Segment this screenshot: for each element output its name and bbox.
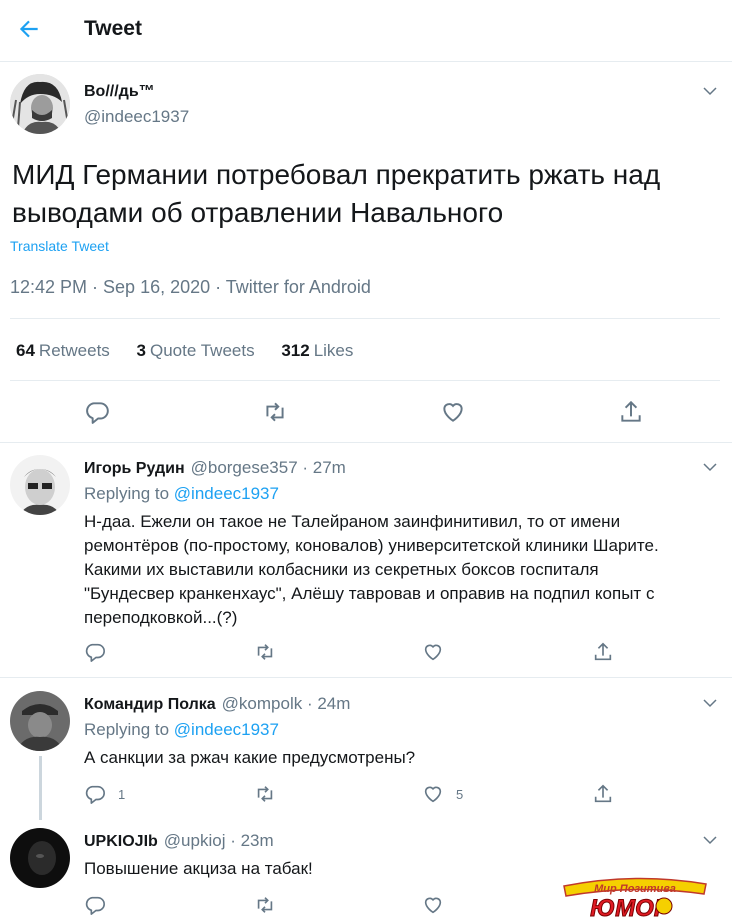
divider (10, 380, 720, 381)
retweet-icon[interactable] (262, 399, 288, 425)
share-icon[interactable] (592, 783, 614, 805)
reply-count: 1 (118, 787, 126, 802)
tweet-stats: 64 Retweets 3 Quote Tweets 312 Likes (16, 341, 375, 361)
chevron-down-icon[interactable] (701, 694, 719, 712)
reply-author[interactable]: Игорь Рудин @borgese357 · 27m (84, 458, 346, 478)
retweet-icon[interactable] (254, 894, 276, 916)
reply-tweet[interactable]: Командир Полка @kompolk · 24m Replying to… (0, 679, 732, 816)
retweet-icon[interactable] (254, 641, 276, 663)
divider (10, 318, 720, 319)
like-icon[interactable] (422, 783, 444, 805)
quote-tweets-stat[interactable]: 3 Quote Tweets (137, 341, 255, 360)
reply-icon[interactable] (84, 783, 106, 805)
reply-text: А санкции за ржач какие предусмотрены? (84, 748, 416, 767)
retweets-stat[interactable]: 64 Retweets (16, 341, 110, 360)
reply-avatar[interactable] (10, 691, 70, 751)
reply-icon[interactable] (84, 399, 110, 425)
back-arrow-icon[interactable] (16, 16, 42, 42)
like-icon[interactable] (422, 641, 444, 663)
share-icon[interactable] (618, 399, 644, 425)
tweet-meta: 12:42 PM · Sep 16, 2020 · Twitter for An… (10, 277, 371, 297)
chevron-down-icon[interactable] (701, 82, 719, 100)
reply-handle-time: @kompolk · 24m (221, 694, 351, 713)
replying-to: Replying to @indeec1937 (84, 484, 279, 503)
humor-watermark-logo: Мир Позитива ЮМОР (560, 866, 710, 923)
reply-author[interactable]: UPKIOJIb @upkioj · 23m (84, 831, 274, 851)
header: Tweet (0, 0, 732, 62)
share-icon[interactable] (592, 641, 614, 663)
replying-to: Replying to @indeec1937 (84, 720, 279, 739)
replying-to-link[interactable]: @indeec1937 (174, 484, 279, 503)
reply-handle-time: @upkioj · 23m (163, 831, 274, 850)
author-name[interactable]: Во///дь™ (84, 83, 155, 101)
thread-line (39, 756, 42, 820)
like-count: 5 (456, 787, 464, 802)
reply-text: Н-даа. Ежели он такое не Талейраном заин… (84, 512, 659, 627)
reply-avatar[interactable] (10, 828, 70, 888)
page-title: Tweet (84, 17, 142, 40)
author-avatar[interactable] (10, 74, 70, 134)
reply-handle-time: @borgese357 · 27m (190, 458, 346, 477)
retweet-icon[interactable] (254, 783, 276, 805)
svg-text:Мир Позитива: Мир Позитива (594, 883, 676, 895)
reply-avatar[interactable] (10, 455, 70, 515)
chevron-down-icon[interactable] (701, 458, 719, 476)
like-icon[interactable] (422, 894, 444, 916)
main-tweet: Во///дь™ @indeec1937 МИД Германии потреб… (0, 62, 732, 443)
reply-icon[interactable] (84, 894, 106, 916)
tweet-text: МИД Германии потребовал прекратить ржать… (12, 159, 661, 228)
like-icon[interactable] (440, 399, 466, 425)
reply-tweet[interactable]: Игорь Рудин @borgese357 · 27m Replying to… (0, 443, 732, 678)
replying-to-link[interactable]: @indeec1937 (174, 720, 279, 739)
translate-tweet-link[interactable]: Translate Tweet (10, 238, 109, 254)
reply-icon[interactable] (84, 641, 106, 663)
author-handle[interactable]: @indeec1937 (84, 107, 189, 127)
reply-author[interactable]: Командир Полка @kompolk · 24m (84, 694, 350, 714)
chevron-down-icon[interactable] (701, 831, 719, 849)
likes-stat[interactable]: 312 Likes (281, 341, 353, 360)
